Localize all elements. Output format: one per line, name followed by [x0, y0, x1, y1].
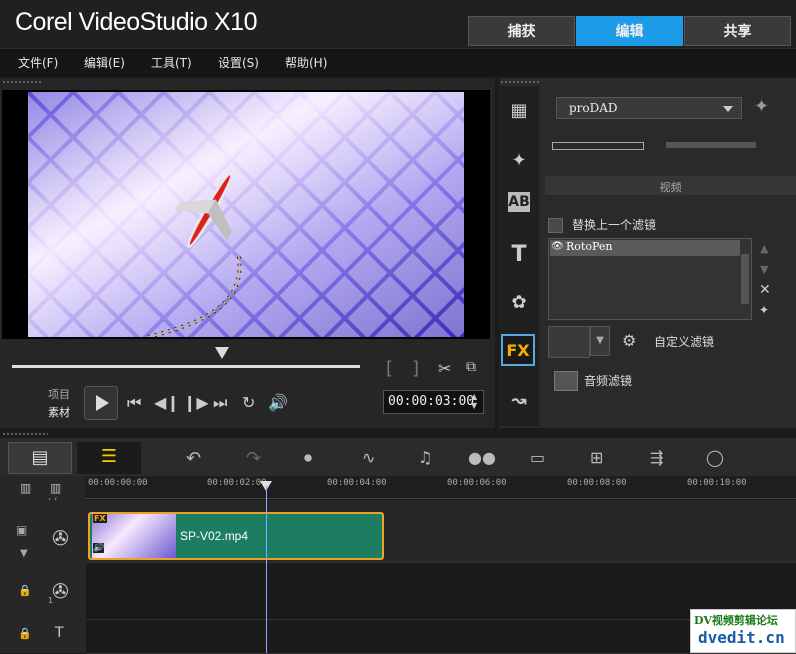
replace-filter-label: 替换上一个滤镜: [572, 218, 657, 232]
scissors-icon[interactable]: ✂: [438, 359, 451, 378]
app-title: Corel VideoStudio X10: [15, 8, 258, 36]
menu-help[interactable]: 帮助(H): [285, 54, 327, 71]
fx-badge: FX: [93, 514, 107, 523]
auto-music-icon[interactable]: ♫: [418, 448, 432, 467]
redo-icon[interactable]: ↷: [246, 448, 261, 469]
prev-frame-icon[interactable]: ◀❙: [154, 393, 180, 412]
undo-icon[interactable]: ↶: [186, 448, 201, 469]
menu-tools[interactable]: 工具(T): [151, 54, 192, 71]
video-track-icon: ✇: [52, 526, 69, 550]
chapter-icon[interactable]: ▥: [50, 481, 61, 495]
timecode-stepper[interactable]: ▲ ▼: [471, 392, 477, 410]
filter-category-select[interactable]: proDAD: [556, 97, 742, 119]
lock-icon[interactable]: 🔒: [18, 584, 32, 597]
watermark-text-2: dvedit.cn: [698, 628, 785, 647]
sound-mixer-icon[interactable]: ∿: [362, 448, 375, 467]
overlay-track-icon: ✇: [52, 579, 69, 603]
chevron-down-icon[interactable]: ▼: [20, 548, 28, 559]
audio-filter-label[interactable]: 音频滤镜: [584, 372, 632, 389]
preset-dropdown-arrow[interactable]: ▼: [590, 326, 610, 356]
lock-icon[interactable]: 🔒: [18, 627, 32, 640]
transition-icon[interactable]: AB: [508, 192, 530, 212]
tab-capture[interactable]: 捕获: [468, 16, 575, 46]
menu-file[interactable]: 文件(F): [18, 54, 58, 71]
move-up-icon[interactable]: ▲: [760, 242, 768, 255]
custom-filter-label[interactable]: 自定义滤镜: [654, 333, 714, 350]
filter-icon[interactable]: FX: [501, 334, 535, 366]
fit-project-icon[interactable]: ◯: [706, 448, 724, 467]
record-capture-icon[interactable]: ⏺: [304, 448, 312, 468]
filter-item-rotopen[interactable]: RotoPen: [550, 240, 740, 256]
tab-share[interactable]: 共享: [684, 16, 791, 46]
audio-filter-icon[interactable]: [554, 371, 578, 391]
tick-label: 00:00:00:00: [88, 478, 148, 488]
title-icon[interactable]: T: [504, 240, 534, 268]
scrub-handle[interactable]: [215, 347, 229, 359]
track-controls-header: [0, 476, 86, 500]
add-favorite-icon[interactable]: ✦: [754, 96, 769, 117]
play-button[interactable]: [84, 386, 118, 420]
tab-edit[interactable]: 编辑: [576, 16, 683, 46]
home-icon[interactable]: ⏮: [127, 393, 141, 413]
end-icon[interactable]: ⏭: [213, 393, 227, 413]
scrollbar[interactable]: [741, 254, 749, 304]
time-remap-icon[interactable]: ⇶: [650, 448, 663, 467]
repeat-icon[interactable]: ↻: [242, 393, 255, 412]
filter-category-value: proDAD: [569, 101, 618, 115]
thumbnail-strip-1[interactable]: [552, 142, 644, 150]
track-headers: [0, 500, 86, 653]
audio-badge-icon: 🔊: [93, 543, 105, 553]
timeline-grip[interactable]: [2, 432, 48, 437]
chevron-down-icon: [723, 106, 733, 112]
media-icon[interactable]: ▦: [504, 96, 534, 124]
scrub-track[interactable]: [12, 365, 360, 368]
track-number: 1: [48, 596, 54, 605]
menu-settings[interactable]: 设置(S): [218, 54, 259, 71]
track-manager-icon[interactable]: ▥: [20, 481, 31, 495]
tick-label: 00:00:10:00: [687, 478, 747, 488]
preset-thumbnail[interactable]: [548, 326, 590, 358]
clip-name: SP-V02.mp4: [180, 529, 249, 543]
timecode-display[interactable]: 00:00:03:00: [383, 390, 484, 414]
play-icon: [96, 395, 109, 411]
menu-edit[interactable]: 编辑(E): [84, 54, 125, 71]
tick-label: 00:00:02:00: [207, 478, 267, 488]
eye-icon[interactable]: 👁: [551, 241, 564, 252]
tick-label: 00:00:04:00: [327, 478, 387, 488]
volume-icon[interactable]: 🔊: [268, 393, 288, 412]
motion-tracking-icon[interactable]: ●●: [468, 448, 496, 467]
video-section-header: 视频: [545, 176, 796, 195]
remove-filter-icon[interactable]: ✕: [759, 282, 771, 298]
multi-camera-icon[interactable]: ⊞: [590, 448, 603, 467]
track-toggle-icon[interactable]: ▣: [16, 523, 27, 537]
path-icon[interactable]: ↝: [504, 386, 534, 414]
filter-settings-icon[interactable]: ✦: [759, 303, 769, 317]
next-frame-icon[interactable]: ❙▶: [183, 393, 209, 412]
thumbnail-strip-2[interactable]: [666, 142, 756, 148]
mark-in-button[interactable]: [: [386, 358, 393, 379]
instant-project-icon[interactable]: ✦: [504, 146, 534, 174]
move-down-icon[interactable]: ▼: [760, 263, 768, 276]
mode-clip[interactable]: 素材: [48, 404, 70, 420]
tick-label: 00:00:06:00: [447, 478, 507, 488]
preview-image: [28, 92, 464, 337]
preview-scene: [28, 92, 464, 337]
panel-grip[interactable]: [2, 80, 42, 85]
custom-filter-icon[interactable]: ⚙: [622, 331, 636, 350]
playhead-line[interactable]: [266, 486, 267, 653]
watermark-text-1: DV视频剪辑论坛: [694, 614, 778, 627]
mode-project[interactable]: 项目: [48, 386, 70, 402]
timeline-view-icon[interactable]: ☰: [77, 442, 141, 474]
library-grip[interactable]: [500, 80, 540, 85]
graphic-icon[interactable]: ✿: [504, 288, 534, 316]
enlarge-icon[interactable]: ⧉: [466, 359, 476, 375]
replace-filter-checkbox[interactable]: [548, 218, 563, 233]
subtitle-editor-icon[interactable]: ▭: [530, 448, 545, 467]
tick-label: 00:00:08:00: [567, 478, 627, 488]
mark-out-button[interactable]: ]: [412, 358, 419, 379]
storyboard-view-icon[interactable]: ▤: [8, 442, 72, 474]
title-track-icon: T: [55, 625, 64, 641]
